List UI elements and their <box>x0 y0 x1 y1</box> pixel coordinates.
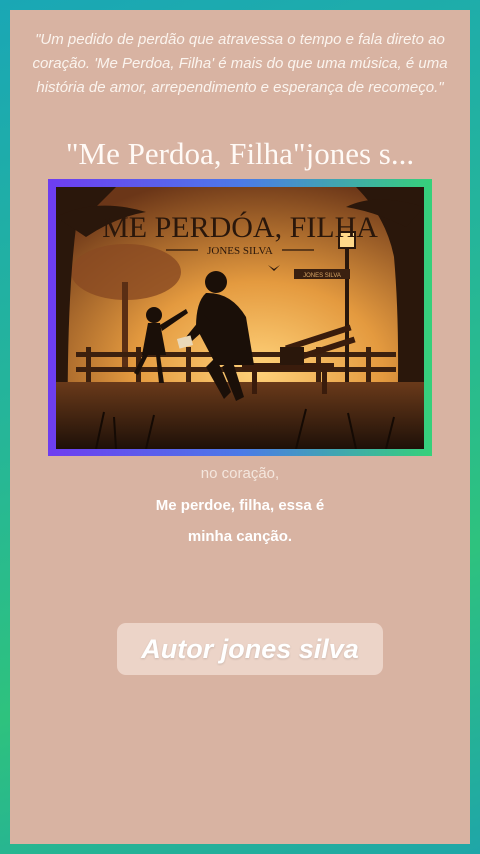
cover-sign-text: JONES SILVA <box>303 273 341 279</box>
cover-title: ME PERDÓA, FILHA <box>102 211 378 244</box>
cover-art[interactable]: JONES SILVA ME PERDÓA, FILHA JONES SILVA <box>56 187 424 449</box>
song-title: "Me Perdoa, Filha"jones s... <box>65 136 415 171</box>
cover-artist: JONES SILVA <box>207 245 273 257</box>
cover-illustration: JONES SILVA ME PERDÓA, FILHA JONES SILVA <box>56 187 424 449</box>
author-button[interactable]: Autor jones silva <box>117 623 383 675</box>
description-quote: "Um pedido de perdão que atravessa o tem… <box>32 31 448 96</box>
lyric-line-3: minha canção. <box>187 528 293 545</box>
lyric-line-1: no coração, <box>200 465 280 482</box>
lyric-line-2: Me perdoe, filha, essa é <box>155 497 325 514</box>
